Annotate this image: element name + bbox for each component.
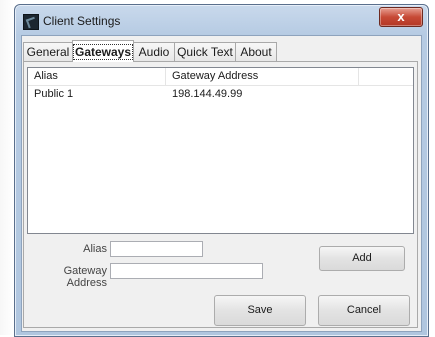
add-button[interactable]: Add (319, 246, 405, 271)
row-alias: Public 1 (34, 88, 74, 100)
window-title: Client Settings (43, 14, 121, 28)
column-header-filler (359, 68, 413, 85)
client-area: General Gateways Audio Quick Text About … (21, 35, 422, 332)
alias-label: Alias (83, 243, 107, 255)
cancel-button[interactable]: Cancel (318, 295, 410, 326)
tab-general[interactable]: General (23, 42, 73, 61)
tab-label: General (26, 45, 70, 59)
column-header-alias[interactable]: Alias (28, 68, 166, 85)
column-header-gateway-address[interactable]: Gateway Address (166, 68, 359, 85)
tab-label: Quick Text (177, 45, 233, 59)
tab-audio[interactable]: Audio (133, 42, 175, 61)
background-edge (0, 0, 14, 335)
alias-input[interactable] (110, 241, 203, 257)
tab-label: Gateways (73, 44, 134, 60)
app-icon (23, 14, 39, 30)
tab-gateways[interactable]: Gateways (72, 40, 134, 62)
gateway-address-input[interactable] (110, 263, 263, 279)
save-button[interactable]: Save (214, 295, 306, 326)
gateway-address-label: Gateway Address (63, 265, 107, 289)
gateways-panel: Alias Gateway Address Public 1 198.144.4… (23, 61, 418, 328)
client-settings-window: Client Settings x General Gateways Audio… (14, 4, 429, 337)
row-address: 198.144.49.99 (172, 88, 243, 100)
close-icon: x (397, 9, 405, 24)
gateways-list[interactable]: Alias Gateway Address Public 1 198.144.4… (27, 67, 414, 234)
list-header: Alias Gateway Address (28, 68, 413, 86)
tab-quick-text[interactable]: Quick Text (174, 42, 236, 61)
tab-label: About (240, 45, 272, 59)
tab-label: Audio (138, 45, 170, 59)
table-row[interactable]: Public 1 198.144.49.99 (28, 87, 413, 102)
close-button[interactable]: x (379, 7, 423, 27)
tab-about[interactable]: About (235, 42, 277, 61)
